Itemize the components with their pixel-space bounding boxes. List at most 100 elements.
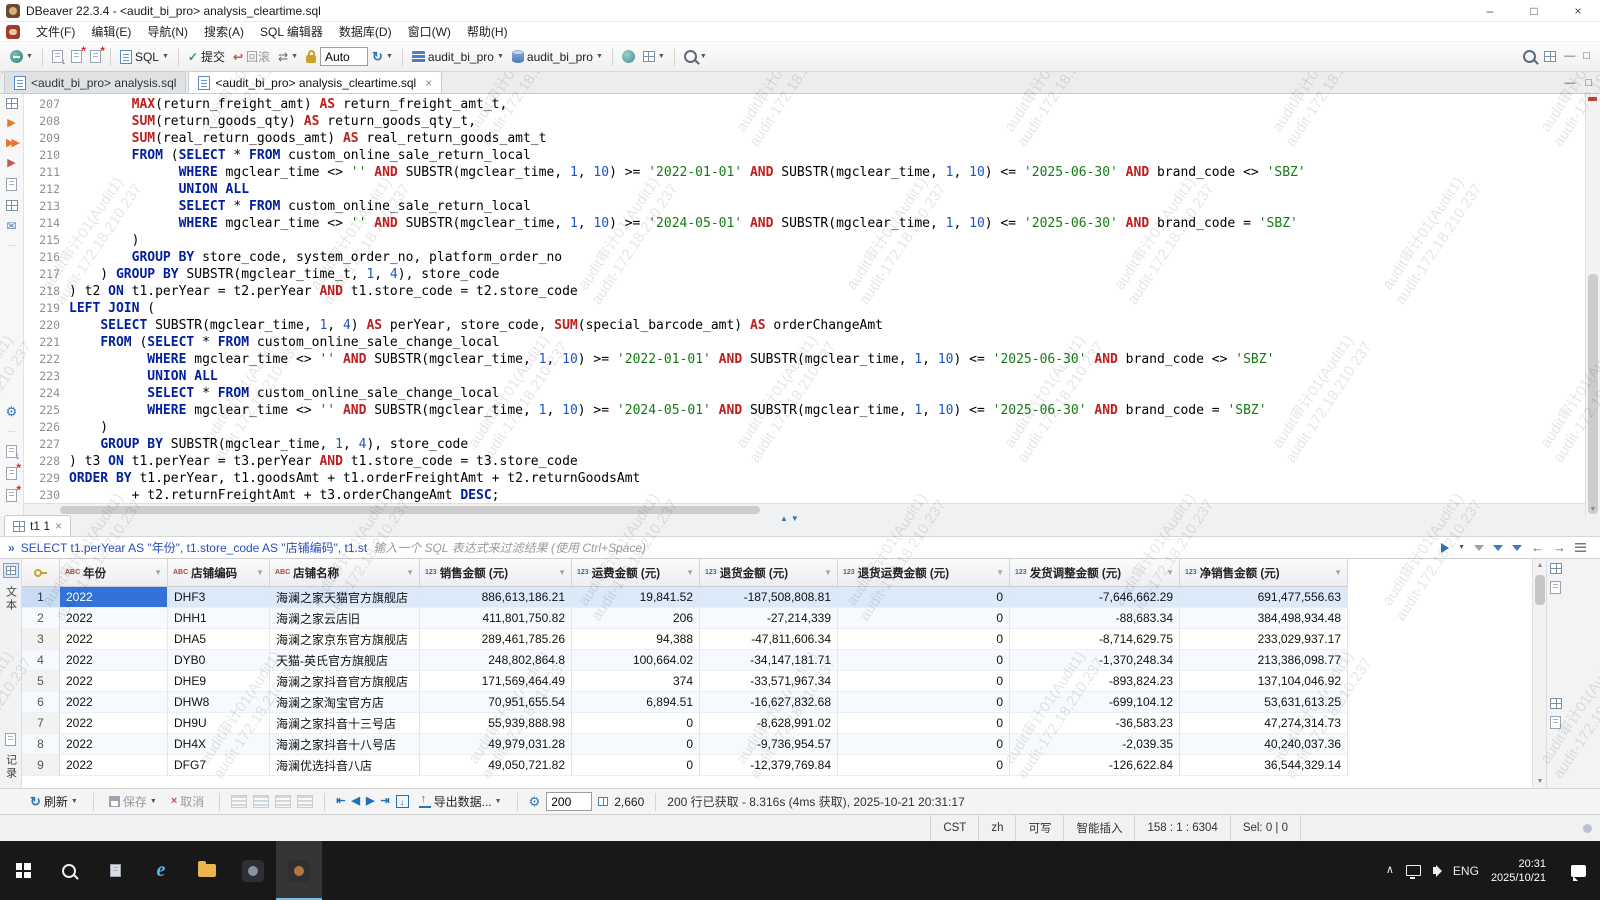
cell[interactable]: -7,646,662.29 [1010, 587, 1180, 608]
cell[interactable]: 海澜之家云店旧 [270, 608, 420, 629]
tray-expand-icon[interactable]: ∧ [1386, 865, 1394, 876]
last-row-button[interactable]: ⇥ [380, 796, 389, 807]
text-presentation-toggle[interactable]: 文本 [3, 586, 19, 612]
cell[interactable]: 天猫-英氏官方旗舰店 [270, 650, 420, 671]
menu-item-3[interactable]: 搜索(A) [196, 21, 252, 42]
cell[interactable]: -2,039.35 [1010, 734, 1180, 755]
cell[interactable]: -16,627,832.68 [700, 692, 838, 713]
splitter-controls[interactable]: ▲▼ [780, 515, 802, 523]
column-filter-icon[interactable]: ▼ [256, 568, 264, 577]
input-language[interactable]: ENG [1453, 865, 1479, 877]
cell[interactable]: 2022 [60, 713, 168, 734]
fetch-size-input[interactable] [546, 792, 592, 811]
rollback-button[interactable]: ↩回滚 [229, 45, 274, 68]
cell[interactable]: 0 [838, 629, 1010, 650]
cell[interactable]: DFG7 [168, 755, 270, 776]
table-row[interactable]: 32022DHA5海澜之家京东官方旗舰店289,461,785.2694,388… [22, 629, 1532, 650]
filter-input-placeholder[interactable]: 输入一个 SQL 表达式来过滤结果 (使用 Ctrl+Space) [373, 539, 646, 556]
sql-editor-menu-button[interactable]: SQL▼ [116, 47, 173, 67]
export-script-icon[interactable] [6, 445, 17, 458]
cell[interactable]: 0 [838, 587, 1010, 608]
search-button[interactable]: ▼ [680, 47, 711, 66]
transaction-lock-button[interactable] [302, 47, 320, 66]
filter-history-forward-icon[interactable]: → [1553, 541, 1566, 554]
cell[interactable]: 2022 [60, 650, 168, 671]
cell[interactable]: 0 [838, 692, 1010, 713]
cell[interactable]: 6,894.51 [572, 692, 700, 713]
row-number[interactable]: 6 [22, 692, 60, 713]
cell[interactable]: -8,714,629.75 [1010, 629, 1180, 650]
cell[interactable]: DHW8 [168, 692, 270, 713]
cell[interactable]: 171,569,464.49 [420, 671, 572, 692]
delete-row-icon[interactable] [297, 795, 313, 808]
tab-analysis-sql[interactable]: <audit_bi_pro> analysis.sql [4, 71, 186, 93]
sql-editor[interactable]: ▶ ▶▶ ▶ ✉ ⋯ ⚙ ⋯ 207 MAX(return_freight_am… [0, 94, 1600, 516]
cell[interactable]: 2022 [60, 692, 168, 713]
column-filter-icon[interactable]: ▼ [824, 568, 832, 577]
column-filter-icon[interactable]: ▼ [1166, 568, 1174, 577]
first-row-button[interactable]: ⇤ [336, 796, 345, 807]
column-filter-icon[interactable]: ▼ [1334, 568, 1342, 577]
cell[interactable]: 海澜之家淘宝官方店 [270, 692, 420, 713]
cell[interactable]: 233,029,937.17 [1180, 629, 1348, 650]
taskbar-ie-button[interactable]: e [138, 841, 184, 900]
result-settings-gear-icon[interactable]: ⚙ [529, 795, 541, 808]
filter-history-back-icon[interactable]: ← [1531, 541, 1544, 554]
record-mode-toggle[interactable]: 记录 [3, 754, 19, 780]
menu-item-2[interactable]: 导航(N) [139, 21, 196, 42]
taskbar-clock[interactable]: 20:31 2025/10/21 [1491, 857, 1546, 885]
value-panel-meta-icon[interactable] [1550, 716, 1561, 729]
new-sql-editor-button[interactable] [67, 47, 86, 66]
column-header-0[interactable]: ABC年份▼ [60, 559, 168, 587]
result-filter-bar[interactable]: » SELECT t1.perYear AS "年份", t1.store_co… [0, 537, 1600, 559]
cell[interactable]: DH9U [168, 713, 270, 734]
column-filter-icon[interactable]: ▼ [996, 568, 1004, 577]
cell[interactable]: 0 [572, 713, 700, 734]
notification-icon[interactable] [1583, 824, 1592, 833]
cell[interactable]: 886,613,186.21 [420, 587, 572, 608]
cell[interactable]: 海澜之家抖音十三号店 [270, 713, 420, 734]
editor-vscrollbar[interactable]: ▼ [1585, 94, 1600, 516]
cell[interactable]: DYB0 [168, 650, 270, 671]
menu-item-6[interactable]: 窗口(W) [400, 21, 459, 42]
grid-corner-cell[interactable] [22, 559, 60, 587]
transaction-mode-button[interactable]: ⇄▼ [274, 48, 302, 66]
clear-filter-icon[interactable] [1474, 545, 1484, 551]
cell[interactable]: DHA5 [168, 629, 270, 650]
execute-script-icon[interactable]: ▶▶ [6, 138, 17, 149]
export-data-button[interactable]: 导出数据...▼ [415, 790, 506, 813]
cell[interactable]: 0 [838, 608, 1010, 629]
cell[interactable]: -893,824.23 [1010, 671, 1180, 692]
cell[interactable]: -699,104.12 [1010, 692, 1180, 713]
cell[interactable]: 2022 [60, 629, 168, 650]
column-header-4[interactable]: 123运费金额 (元)▼ [572, 559, 700, 587]
column-header-2[interactable]: ABC店铺名称▼ [270, 559, 420, 587]
display-icon[interactable] [1406, 865, 1421, 876]
cell[interactable]: 2022 [60, 734, 168, 755]
add-row-icon[interactable] [231, 795, 247, 808]
fetch-all-rows-button[interactable]: ↓ [396, 795, 409, 808]
menu-item-1[interactable]: 编辑(E) [83, 21, 139, 42]
cell[interactable]: 289,461,785.26 [420, 629, 572, 650]
value-panel-calc-icon[interactable] [1550, 698, 1562, 709]
minimize-button[interactable]: – [1468, 0, 1512, 22]
menu-item-7[interactable]: 帮助(H) [459, 21, 516, 42]
column-filter-icon[interactable]: ▼ [406, 568, 414, 577]
close-tab-icon[interactable]: × [425, 76, 432, 90]
cell[interactable]: 2022 [60, 608, 168, 629]
cancel-result-button[interactable]: ×取消 [167, 790, 208, 813]
grid-vscrollbar[interactable]: ▲ ▼ [1532, 559, 1547, 788]
table-row[interactable]: 72022DH9U海澜之家抖音十三号店55,939,888.980-8,628,… [22, 713, 1532, 734]
splitter-up-icon[interactable]: ▲ [780, 514, 791, 523]
column-filter-icon[interactable]: ▼ [686, 568, 694, 577]
cell[interactable]: 49,050,721.82 [420, 755, 572, 776]
cell[interactable]: -27,214,339 [700, 608, 838, 629]
cell[interactable]: DHF3 [168, 587, 270, 608]
row-number[interactable]: 5 [22, 671, 60, 692]
execute-statement-icon[interactable]: ▶ [7, 118, 15, 129]
taskbar-app1-button[interactable] [230, 841, 276, 900]
cell[interactable]: 0 [838, 755, 1010, 776]
script-log-icon[interactable] [6, 178, 17, 191]
table-row[interactable]: 52022DHE9海澜之家抖音官方旗舰店171,569,464.49374-33… [22, 671, 1532, 692]
menu-item-4[interactable]: SQL 编辑器 [252, 21, 331, 42]
